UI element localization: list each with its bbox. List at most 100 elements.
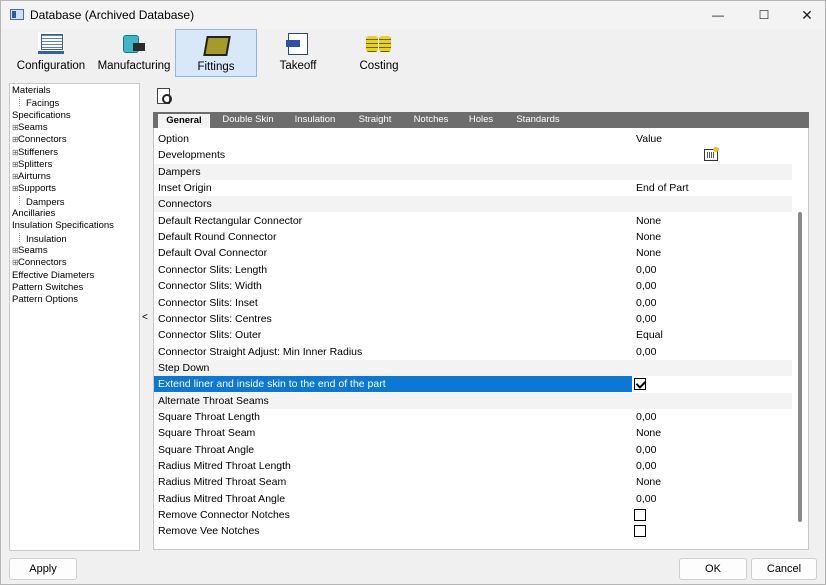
vertical-scrollbar[interactable] (798, 212, 802, 522)
tab-general[interactable]: General (157, 113, 211, 128)
tree-item[interactable]: ⊞Seams (12, 245, 48, 257)
collapse-splitter-button[interactable]: < (142, 312, 148, 323)
tree-item[interactable]: ⊞Connectors (12, 134, 67, 146)
minimize-button[interactable]: — (695, 1, 741, 29)
option-label: Default Oval Connector (158, 247, 268, 260)
option-label: Square Throat Length (158, 410, 260, 423)
tree-item-label: Specifications (12, 109, 71, 121)
option-label: Radius Mitred Throat Length (158, 460, 291, 472)
grid-row[interactable]: Radius Mitred Throat Angle 0,00 (154, 491, 792, 507)
tree-item[interactable]: ⊞Splitters (12, 159, 52, 171)
tree-connector (19, 195, 25, 205)
tab-double-skin[interactable]: Double Skin (215, 113, 281, 128)
value-column-header: Value (636, 133, 663, 145)
option-value[interactable]: 0,00 (636, 344, 656, 360)
ok-button[interactable]: OK (679, 558, 747, 580)
option-value[interactable]: 0,00 (636, 278, 656, 294)
grid-row[interactable]: Developments (154, 147, 792, 163)
tree-item-label: Airturns (18, 171, 51, 183)
option-value[interactable]: None (636, 474, 661, 490)
option-label: Radius Mitred Throat Angle (158, 492, 286, 505)
tree-item[interactable]: Dampers (19, 195, 65, 209)
grid-row[interactable]: Square Throat Angle 0,00 (154, 442, 792, 458)
option-value[interactable]: Equal (636, 327, 663, 343)
tab-insulation[interactable]: Insulation (287, 113, 343, 128)
maximize-button[interactable]: ☐ (741, 1, 787, 29)
tab-standards[interactable]: Standards (507, 113, 569, 128)
toolbar-manufacturing[interactable]: Manufacturing (97, 29, 171, 77)
developments-settings-icon[interactable] (704, 147, 719, 162)
apply-button[interactable]: Apply (9, 558, 77, 580)
option-value[interactable]: 0,00 (636, 442, 656, 458)
tree-item[interactable]: Insulation (19, 232, 67, 246)
tree-item[interactable]: ⊞Connectors (12, 257, 67, 269)
grid-row[interactable]: Square Throat Seam None (154, 425, 792, 441)
category-toolbar: Configuration Manufacturing Fittings Tak… (9, 29, 817, 79)
tree-item[interactable]: Facings (19, 97, 59, 110)
cancel-button[interactable]: Cancel (751, 558, 817, 580)
grid-row[interactable]: Remove Connector Notches (154, 507, 792, 523)
tree-item[interactable]: Specifications (12, 110, 71, 122)
grid-row[interactable]: Extend liner and inside skin to the end … (154, 376, 792, 393)
tree-item[interactable]: ⊞Supports (12, 183, 56, 195)
option-value[interactable]: 0,00 (636, 295, 656, 311)
tree-item[interactable]: Effective Diameters (12, 270, 94, 282)
book-icon (38, 32, 64, 54)
tree-item[interactable]: Insulation Specifications (12, 220, 114, 232)
grid-row[interactable]: Connector Slits: Inset 0,00 (154, 295, 792, 311)
tree-item-label: Dampers (26, 196, 65, 208)
option-value[interactable]: None (636, 213, 661, 229)
option-value[interactable]: None (636, 229, 661, 245)
tree-item[interactable]: ⊞Airturns (12, 171, 51, 183)
option-label: Developments (158, 149, 226, 162)
tab-holes[interactable]: Holes (461, 113, 501, 128)
tree-item[interactable]: Pattern Switches (12, 282, 83, 294)
grid-row[interactable]: Connector Slits: Length 0,00 (154, 262, 792, 278)
unchecked-checkbox[interactable] (634, 509, 646, 522)
toolbar-costing[interactable]: Costing (345, 29, 413, 77)
grid-row[interactable]: Default Rectangular Connector None (154, 213, 792, 229)
tree-item[interactable]: Materials (12, 85, 51, 97)
category-tree[interactable]: Materials Facings Specifications ⊞Seams ⊞Con… (9, 83, 140, 551)
grid-row[interactable]: Radius Mitred Throat Length 0,00 (154, 458, 792, 474)
tree-item[interactable]: Pattern Options (12, 294, 78, 306)
toolbar-fittings[interactable]: Fittings (175, 29, 257, 77)
grid-row[interactable]: Inset Origin End of Part (154, 180, 792, 196)
option-label: Connector Slits: Width (158, 280, 262, 293)
option-value[interactable]: 0,00 (636, 458, 656, 474)
toolbar-takeoff[interactable]: Takeoff (265, 29, 331, 77)
tab-notches[interactable]: Notches (405, 113, 457, 128)
tree-item[interactable]: Ancillaries (12, 208, 55, 220)
checked-checkbox[interactable] (634, 378, 646, 391)
toolbar-configuration[interactable]: Configuration (13, 29, 89, 77)
grid-row[interactable]: Default Round Connector None (154, 229, 792, 245)
grid-row[interactable]: Square Throat Length 0,00 (154, 409, 792, 425)
grid-row[interactable]: Remove Vee Notches (154, 523, 792, 539)
option-value[interactable]: 0,00 (636, 311, 656, 327)
grid-row[interactable]: Connector Straight Adjust: Min Inner Rad… (154, 344, 792, 360)
option-label: Connector Straight Adjust: Min Inner Rad… (158, 345, 363, 358)
option-value[interactable]: 0,00 (636, 262, 656, 278)
option-label: Remove Connector Notches (158, 509, 290, 522)
option-value[interactable]: End of Part (636, 180, 689, 196)
close-button[interactable]: ✕ (784, 1, 826, 29)
option-value[interactable]: 0,00 (636, 409, 656, 425)
preview-icon[interactable] (155, 87, 173, 105)
tree-item-label: Insulation Specifications (12, 220, 114, 232)
grid-row[interactable]: Connector Slits: Centres 0,00 (154, 311, 792, 327)
grid-row[interactable]: Radius Mitred Throat Seam None (154, 474, 792, 490)
option-value[interactable]: None (636, 425, 661, 441)
grid-row[interactable]: Connector Slits: Width 0,00 (154, 278, 792, 294)
tab-straight[interactable]: Straight (350, 113, 400, 128)
grid-row[interactable]: Default Oval Connector None (154, 245, 792, 261)
unchecked-checkbox[interactable] (634, 525, 646, 538)
option-value[interactable]: 0,00 (636, 491, 656, 507)
coins-icon (366, 32, 392, 54)
tree-item[interactable]: ⊞Stiffeners (12, 147, 58, 159)
grid-section-row: Step Down (154, 359, 792, 376)
tree-item[interactable]: ⊞Seams (12, 122, 48, 134)
option-value[interactable]: None (636, 245, 661, 261)
tree-item-label: Splitters (18, 158, 53, 170)
window-title: Database (Archived Database) (30, 8, 195, 22)
grid-row[interactable]: Connector Slits: Outer Equal (154, 327, 792, 343)
